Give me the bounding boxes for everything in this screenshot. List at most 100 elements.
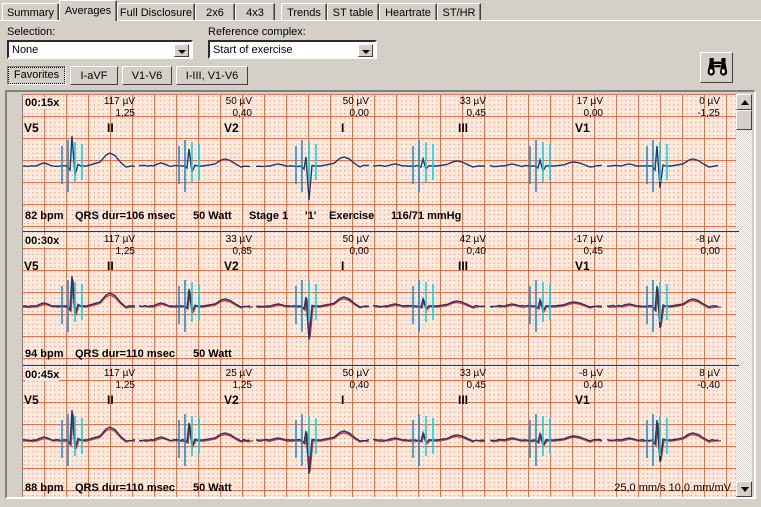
status-stage-number: '1' [305,210,317,222]
tab-st-hr[interactable]: ST/HR [437,3,481,21]
measurement-deviation: 0,00 [349,108,369,119]
measurement-deviation: 0,45 [583,246,603,257]
measurement-deviation: 0,45 [466,380,486,391]
measurement-deviation: 0,00 [583,108,603,119]
lead-label: I [341,121,345,135]
status-phase: Exercise [329,210,375,222]
status-qrs-duration: QRS dur=110 msec [75,482,175,494]
status-stage: Stage 1 [249,210,289,222]
arrow-up-icon [741,100,749,105]
tab-heartrate[interactable]: Heartrate [379,3,437,21]
current-trace [21,135,136,176]
selection-combobox[interactable]: None [7,40,193,59]
tab-2x6[interactable]: 2x6 [195,3,235,21]
current-trace [138,148,251,175]
tab-full-disclosure[interactable]: Full Disclosure [117,3,195,21]
tab-trends[interactable]: Trends [281,3,327,21]
reference-trace [139,425,254,449]
tab-summary[interactable]: Summary [2,3,59,21]
binoculars-icon [707,58,728,76]
measurement-deviation: -1,25 [697,108,720,119]
lead-label: V2 [224,259,239,273]
reference-trace [140,291,254,315]
reference-trace [607,288,722,327]
measurement-microvolts: -8 µV [578,368,603,379]
lead-label: V5 [24,121,39,135]
selection-value: None [12,44,39,56]
lead-label: II [107,393,114,407]
measurement-deviation: 0,40 [583,380,603,391]
lead-label: V2 [224,393,239,407]
ecg-averages-window: Summary Averages Full Disclosure 2x6 4x3 Tren… [0,0,761,507]
measurement-microvolts: 33 µV [459,96,486,107]
leadgroup-favorites[interactable]: Favorites [7,66,66,85]
reference-trace [490,432,603,448]
leadgroup-v1-v6[interactable]: V1-V6 [122,66,172,85]
lead-label: V5 [24,393,39,407]
measurement-deviation: 0,00 [700,246,720,257]
measurement-deviation: 1,25 [115,246,135,257]
status-workload: 50 Watt [193,210,232,222]
ecg-strip[interactable]: 00:45x 117 µV 1,25 25 µV 1,25 50 µV 0,40 33 µV 0… [9,365,739,497]
main-tabbar: Summary Averages Full Disclosure 2x6 4x3 Tren… [0,0,761,21]
lead-label: I [341,393,345,407]
measurement-microvolts: 0 µV [699,96,720,107]
strip-time-label: 00:30x [25,235,60,247]
reference-trace [490,298,603,314]
lead-label: III [458,393,469,407]
measurement-microvolts: 50 µV [342,96,369,107]
lead-label: II [107,259,114,273]
selection-dropdown-arrow-icon[interactable] [174,44,189,57]
measurement-deviation: 0,40 [349,380,369,391]
status-qrs-duration: QRS dur=106 msec [75,210,176,222]
measurement-microvolts: 117 µV [103,234,135,245]
measurement-deviation: 1,25 [115,108,135,119]
lead-label: I [341,259,345,273]
status-heart-rate: 82 bpm [25,210,64,222]
tab-4x3[interactable]: 4x3 [235,3,275,21]
strip-separator [9,365,739,366]
leadgroup-i-avf[interactable]: I-aVF [70,66,118,85]
ecg-scroll-viewport: 00:15x 117 µV 1,25 50 µV 0,40 50 µV 0,00 33 µV 0… [9,94,739,497]
lead-label: V1 [575,121,590,135]
status-qrs-duration: QRS dur=110 msec [75,348,175,360]
leadgroup-i-iii-v1-v6[interactable]: I-III, V1-V6 [176,66,248,85]
ecg-client-area: 00:15x 117 µV 1,25 50 µV 0,40 50 µV 0,00 33 µV 0… [5,90,756,499]
lead-label: V2 [224,121,239,135]
measurement-deviation: 0,45 [466,108,486,119]
status-workload: 50 Watt [193,482,232,494]
measurement-deviation: 1,25 [115,380,135,391]
binoculars-button[interactable] [700,52,733,83]
tab-st-table[interactable]: ST table [327,3,379,21]
ecg-strip[interactable]: 00:15x 117 µV 1,25 50 µV 0,40 50 µV 0,00 33 µV 0… [9,94,739,232]
reference-complex-label: Reference complex: [208,26,306,38]
measurement-microvolts: 42 µV [459,234,486,245]
measurement-microvolts: 117 µV [103,368,135,379]
current-trace [372,156,486,171]
measurement-deviation: 0,40 [466,246,486,257]
footer-scale-label: 25,0 mm/s 10,0 mm/mV [614,482,731,494]
lead-label: V1 [575,259,590,273]
status-blood-pressure: 116/71 mmHg [391,210,462,222]
measurement-microvolts: 17 µV [576,96,603,107]
measurement-deviation: 1,25 [232,380,252,391]
arrow-down-icon [741,487,749,492]
measurement-microvolts: 33 µV [225,234,252,245]
ecg-strip[interactable]: 00:30x 117 µV 1,25 33 µV 0,85 50 µV 0,00 42 µV 0… [9,231,739,370]
measurement-microvolts: 117 µV [103,96,135,107]
selection-label: Selection: [7,26,56,38]
measurement-microvolts: 8 µV [699,368,720,379]
ecg-left-gutter [9,94,23,497]
measurement-deviation: 0,85 [232,246,252,257]
measurement-microvolts: 50 µV [225,96,252,107]
reference-complex-combobox[interactable]: Start of exercise [208,40,377,59]
current-trace [489,157,603,173]
leadgroup-label: Favorites [8,67,65,84]
reference-dropdown-arrow-icon[interactable] [358,44,373,57]
status-workload: 50 Watt [193,348,232,360]
measurement-deviation: 0,40 [232,108,252,119]
measurement-deviation: -0,40 [697,380,720,391]
lead-label: II [107,121,114,135]
current-trace [255,156,369,201]
tab-averages[interactable]: Averages [59,0,117,21]
